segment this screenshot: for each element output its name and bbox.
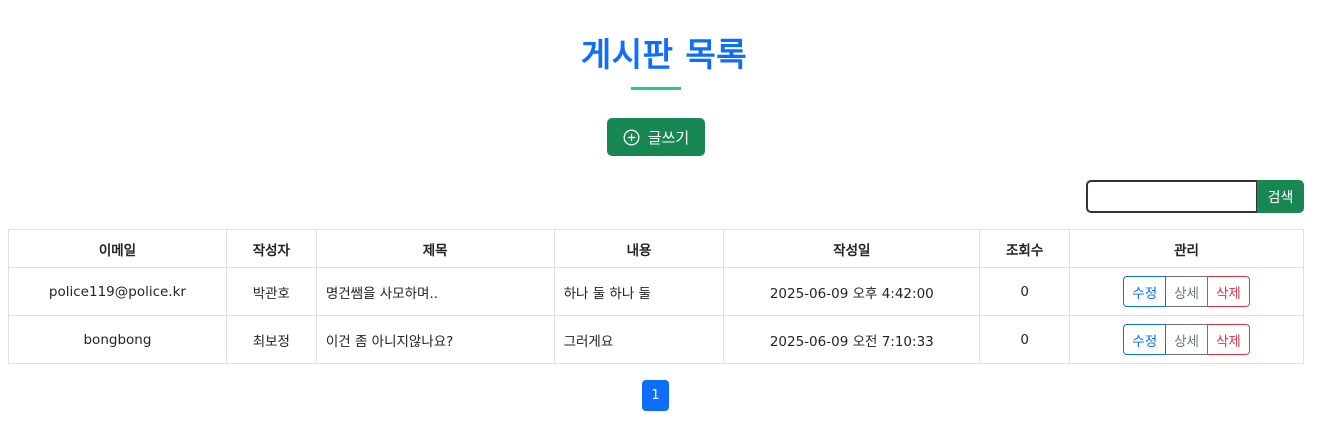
manage-button-group: 수정 상세 삭제 (1123, 324, 1250, 355)
cell-manage: 수정 상세 삭제 (1069, 315, 1304, 364)
column-header-date: 작성일 (723, 229, 981, 268)
column-header-manage: 관리 (1069, 229, 1304, 268)
cell-views: 0 (979, 315, 1071, 364)
cell-manage: 수정 상세 삭제 (1069, 267, 1304, 316)
cell-author: 박관호 (225, 267, 317, 316)
manage-button-group: 수정 상세 삭제 (1123, 276, 1250, 307)
detail-button[interactable]: 상세 (1166, 276, 1208, 307)
cell-content: 하나 둘 하나 둘 (553, 267, 725, 316)
edit-button[interactable]: 수정 (1123, 324, 1167, 355)
edit-button[interactable]: 수정 (1123, 276, 1167, 307)
delete-button[interactable]: 삭제 (1207, 324, 1250, 355)
table-row: police119@police.kr 박관호 명건쌤을 사모하며.. 하나 둘… (8, 267, 1304, 316)
cell-title: 이건 좀 아니지않나요? (315, 315, 555, 364)
cell-email: police119@police.kr (8, 267, 227, 316)
search-button[interactable]: 검색 (1257, 180, 1304, 213)
board-list-page: 게시판 목록 글쓰기 검색 이메일 작성자 제목 내용 작성일 조회수 관리 p… (0, 0, 1328, 429)
table-header-row: 이메일 작성자 제목 내용 작성일 조회수 관리 (8, 229, 1304, 268)
search-input[interactable] (1086, 180, 1258, 213)
column-header-views: 조회수 (979, 229, 1071, 268)
title-underline (631, 87, 681, 90)
page-title: 게시판 목록 (580, 35, 748, 74)
column-header-title: 제목 (315, 229, 555, 268)
cell-title: 명건쌤을 사모하며.. (315, 267, 555, 316)
cell-content: 그러게요 (553, 315, 725, 364)
cell-email: bongbong (8, 315, 227, 364)
write-button-label: 글쓰기 (647, 128, 690, 147)
cell-date: 2025-06-09 오후 4:42:00 (723, 267, 981, 316)
column-header-author: 작성자 (225, 229, 317, 268)
plus-circle-icon (623, 129, 640, 146)
pagination-page-1[interactable]: 1 (642, 380, 669, 411)
detail-button[interactable]: 상세 (1166, 324, 1208, 355)
cell-author: 최보정 (225, 315, 317, 364)
board-table: 이메일 작성자 제목 내용 작성일 조회수 관리 police119@polic… (8, 229, 1304, 364)
column-header-content: 내용 (553, 229, 725, 268)
table-row: bongbong 최보정 이건 좀 아니지않나요? 그러게요 2025-06-0… (8, 315, 1304, 364)
delete-button[interactable]: 삭제 (1207, 276, 1250, 307)
cell-views: 0 (979, 267, 1071, 316)
column-header-email: 이메일 (8, 229, 227, 268)
write-button[interactable]: 글쓰기 (607, 118, 705, 156)
cell-date: 2025-06-09 오전 7:10:33 (723, 315, 981, 364)
